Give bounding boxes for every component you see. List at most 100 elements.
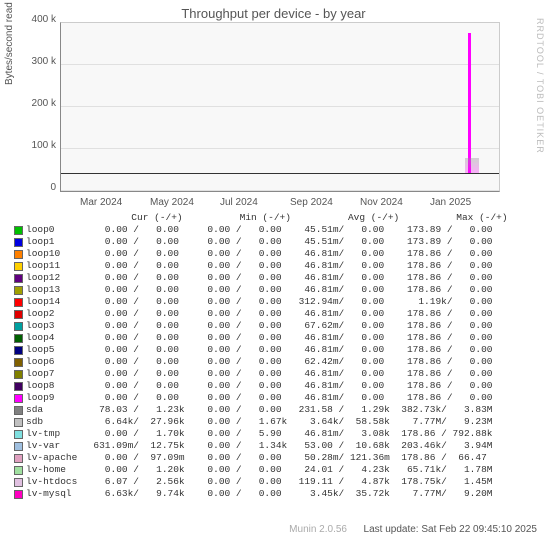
- color-swatch: [14, 418, 23, 427]
- color-swatch: [14, 358, 23, 367]
- series-values: 0.00 / 0.00 0.00 / 0.00 46.81m/ 0.00 178…: [82, 272, 539, 284]
- y-tick: 400 k: [18, 14, 56, 25]
- color-swatch: [14, 382, 23, 391]
- series-name: loop6: [26, 356, 82, 368]
- series-values: 78.03 / 1.23k 0.00 / 0.00 231.58 / 1.29k…: [82, 404, 539, 416]
- color-swatch: [14, 466, 23, 475]
- color-swatch: [14, 430, 23, 439]
- series-name: loop1: [26, 236, 82, 248]
- x-tick: May 2024: [150, 197, 194, 208]
- series-name: loop13: [26, 284, 82, 296]
- series-values: 0.00 / 0.00 0.00 / 0.00 46.81m/ 0.00 178…: [82, 308, 539, 320]
- color-swatch: [14, 250, 23, 259]
- x-tick: Sep 2024: [290, 197, 333, 208]
- series-values: 0.00 / 0.00 0.00 / 0.00 46.81m/ 0.00 178…: [82, 380, 539, 392]
- series-values: 0.00 / 0.00 0.00 / 0.00 312.94m/ 0.00 1.…: [82, 296, 539, 308]
- series-name: loop12: [26, 272, 82, 284]
- chart-title: Throughput per device - by year: [0, 0, 547, 21]
- color-swatch: [14, 406, 23, 415]
- legend-row: loop14 0.00 / 0.00 0.00 / 0.00 312.94m/ …: [10, 296, 539, 308]
- legend-row: loop5 0.00 / 0.00 0.00 / 0.00 46.81m/ 0.…: [10, 344, 539, 356]
- series-name: sdb: [26, 416, 82, 428]
- last-update-text: Last update: Sat Feb 22 09:45:10 2025: [364, 524, 537, 535]
- x-tick: Jul 2024: [220, 197, 258, 208]
- series-name: lv-home: [26, 464, 82, 476]
- series-name: loop4: [26, 332, 82, 344]
- color-swatch: [14, 394, 23, 403]
- series-values: 6.64k/ 27.96k 0.00 / 1.67k 3.64k/ 58.58k…: [82, 416, 539, 428]
- series-name: loop7: [26, 368, 82, 380]
- series-name: lv-mysql: [26, 488, 82, 500]
- series-values: 0.00 / 0.00 0.00 / 0.00 46.81m/ 0.00 178…: [82, 392, 539, 404]
- legend-header: Cur (-/+) Min (-/+) Avg (-/+) Max (-/+): [80, 212, 539, 224]
- series-name: sda: [26, 404, 82, 416]
- series-values: 6.63k/ 9.74k 0.00 / 0.00 3.45k/ 35.72k 7…: [82, 488, 539, 500]
- series-values: 0.00 / 0.00 0.00 / 0.00 46.81m/ 0.00 178…: [82, 368, 539, 380]
- series-name: lv-htdocs: [26, 476, 82, 488]
- legend-row: loop12 0.00 / 0.00 0.00 / 0.00 46.81m/ 0…: [10, 272, 539, 284]
- data-activity: [465, 158, 479, 173]
- series-name: loop8: [26, 380, 82, 392]
- series-values: 0.00 / 0.00 0.00 / 0.00 45.51m/ 0.00 173…: [82, 224, 539, 236]
- series-name: loop14: [26, 296, 82, 308]
- x-tick: Nov 2024: [360, 197, 403, 208]
- color-swatch: [14, 490, 23, 499]
- color-swatch: [14, 310, 23, 319]
- legend-row: loop9 0.00 / 0.00 0.00 / 0.00 46.81m/ 0.…: [10, 392, 539, 404]
- legend-row: lv-mysql 6.63k/ 9.74k 0.00 / 0.00 3.45k/…: [10, 488, 539, 500]
- legend-row: sda 78.03 / 1.23k 0.00 / 0.00 231.58 / 1…: [10, 404, 539, 416]
- color-swatch: [14, 370, 23, 379]
- color-swatch: [14, 238, 23, 247]
- series-name: loop11: [26, 260, 82, 272]
- color-swatch: [14, 226, 23, 235]
- series-name: loop0: [26, 224, 82, 236]
- legend-row: lv-tmp 0.00 / 1.70k 0.00 / 5.90 46.81m/ …: [10, 428, 539, 440]
- y-tick: 0: [18, 182, 56, 193]
- legend-row: loop13 0.00 / 0.00 0.00 / 0.00 46.81m/ 0…: [10, 284, 539, 296]
- legend-row: loop0 0.00 / 0.00 0.00 / 0.00 45.51m/ 0.…: [10, 224, 539, 236]
- series-values: 0.00 / 0.00 0.00 / 0.00 46.81m/ 0.00 178…: [82, 332, 539, 344]
- series-name: lv-tmp: [26, 428, 82, 440]
- legend-row: loop10 0.00 / 0.00 0.00 / 0.00 46.81m/ 0…: [10, 248, 539, 260]
- legend-row: loop6 0.00 / 0.00 0.00 / 0.00 62.42m/ 0.…: [10, 356, 539, 368]
- legend-row: loop4 0.00 / 0.00 0.00 / 0.00 46.81m/ 0.…: [10, 332, 539, 344]
- legend-row: lv-apache 0.00 / 97.09m 0.00 / 0.00 50.2…: [10, 452, 539, 464]
- color-swatch: [14, 346, 23, 355]
- color-swatch: [14, 334, 23, 343]
- series-values: 0.00 / 0.00 0.00 / 0.00 46.81m/ 0.00 178…: [82, 344, 539, 356]
- series-values: 0.00 / 0.00 0.00 / 0.00 46.81m/ 0.00 178…: [82, 284, 539, 296]
- series-name: lv-var: [26, 440, 82, 452]
- color-swatch: [14, 262, 23, 271]
- legend-row: loop11 0.00 / 0.00 0.00 / 0.00 46.81m/ 0…: [10, 260, 539, 272]
- legend-row: sdb 6.64k/ 27.96k 0.00 / 1.67k 3.64k/ 58…: [10, 416, 539, 428]
- legend-row: loop3 0.00 / 0.00 0.00 / 0.00 67.62m/ 0.…: [10, 320, 539, 332]
- series-values: 6.07 / 2.56k 0.00 / 0.00 119.11 / 4.87k …: [82, 476, 539, 488]
- color-swatch: [14, 298, 23, 307]
- rrdtool-watermark: RRDTOOL / TOBI OETIKER: [535, 18, 545, 154]
- series-name: loop3: [26, 320, 82, 332]
- series-name: loop10: [26, 248, 82, 260]
- color-swatch: [14, 322, 23, 331]
- series-values: 0.00 / 0.00 0.00 / 0.00 45.51m/ 0.00 173…: [82, 236, 539, 248]
- x-tick: Jan 2025: [430, 197, 471, 208]
- legend-row: loop8 0.00 / 0.00 0.00 / 0.00 46.81m/ 0.…: [10, 380, 539, 392]
- series-name: loop2: [26, 308, 82, 320]
- legend-row: loop1 0.00 / 0.00 0.00 / 0.00 45.51m/ 0.…: [10, 236, 539, 248]
- zero-line: [61, 173, 499, 174]
- color-swatch: [14, 454, 23, 463]
- series-values: 0.00 / 0.00 0.00 / 0.00 67.62m/ 0.00 178…: [82, 320, 539, 332]
- series-values: 0.00 / 0.00 0.00 / 0.00 46.81m/ 0.00 178…: [82, 248, 539, 260]
- y-tick: 300 k: [18, 56, 56, 67]
- y-tick: 200 k: [18, 98, 56, 109]
- series-name: loop5: [26, 344, 82, 356]
- series-values: 631.09m/ 12.75k 0.00 / 1.34k 53.00 / 10.…: [82, 440, 539, 452]
- y-axis-label: Bytes/second read (-) / write (+): [4, 0, 15, 85]
- series-values: 0.00 / 0.00 0.00 / 0.00 62.42m/ 0.00 178…: [82, 356, 539, 368]
- legend-row: lv-var 631.09m/ 12.75k 0.00 / 1.34k 53.0…: [10, 440, 539, 452]
- series-name: lv-apache: [26, 452, 82, 464]
- color-swatch: [14, 286, 23, 295]
- series-values: 0.00 / 1.70k 0.00 / 5.90 46.81m/ 3.08k 1…: [82, 428, 539, 440]
- legend-row: loop7 0.00 / 0.00 0.00 / 0.00 46.81m/ 0.…: [10, 368, 539, 380]
- color-swatch: [14, 274, 23, 283]
- color-swatch: [14, 442, 23, 451]
